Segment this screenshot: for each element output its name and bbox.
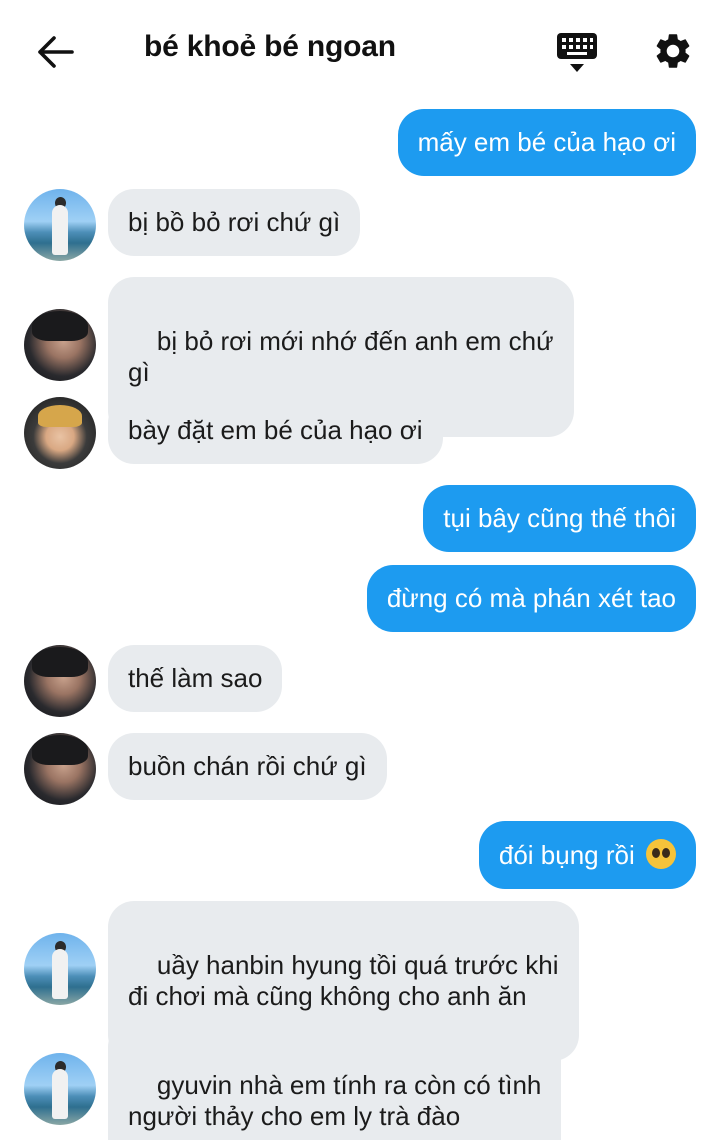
message-text: bị bồ bỏ rơi chứ gì	[128, 207, 341, 237]
pleading-face-emoji	[646, 839, 676, 869]
message-bubble-incoming[interactable]: bày đặt em bé của hạo ơi	[108, 397, 443, 464]
message-bubble-outgoing[interactable]: mấy em bé của hạo ơi	[397, 109, 696, 176]
message-text: mấy em bé của hạo ơi	[417, 127, 676, 157]
avatar[interactable]	[24, 309, 96, 381]
avatar[interactable]	[24, 733, 96, 805]
message-bubble-outgoing[interactable]: đừng có mà phán xét tao	[366, 565, 696, 632]
avatar[interactable]	[24, 933, 96, 1005]
message-text: uầy hanbin hyung tồi quá trước khi đi ch…	[128, 950, 559, 1011]
message-text: buồn chán rồi chứ gì	[128, 751, 367, 781]
message-text: bày đặt em bé của hạo ơi	[128, 415, 423, 445]
avatar[interactable]	[24, 1053, 96, 1125]
message-text: tụi bây cũng thế thôi	[443, 503, 676, 533]
message-bubble-outgoing[interactable]: đói bụng rồi	[478, 821, 696, 889]
message-text: đừng có mà phán xét tao	[386, 583, 676, 613]
message-bubble-incoming[interactable]: thế làm sao	[108, 645, 283, 712]
avatar[interactable]	[24, 189, 96, 261]
message-bubble-incoming[interactable]: gyuvin nhà em tính ra còn có tình người …	[108, 1021, 562, 1140]
message-text: gyuvin nhà em tính ra còn có tình người …	[128, 1070, 542, 1131]
message-list[interactable]: mấy em bé của hạo ơi bị bồ bỏ rơi chứ gì…	[0, 0, 720, 1140]
message-bubble-outgoing[interactable]: tụi bây cũng thế thôi	[423, 485, 696, 552]
avatar[interactable]	[24, 645, 96, 717]
message-bubble-incoming[interactable]: bị bồ bỏ rơi chứ gì	[108, 189, 361, 256]
message-text: đói bụng rồi	[498, 840, 635, 870]
message-bubble-incoming[interactable]: buồn chán rồi chứ gì	[108, 733, 387, 800]
message-text: thế làm sao	[128, 663, 263, 693]
message-text: bị bỏ rơi mới nhớ đến anh em chứ gì	[128, 326, 554, 387]
avatar[interactable]	[24, 397, 96, 469]
